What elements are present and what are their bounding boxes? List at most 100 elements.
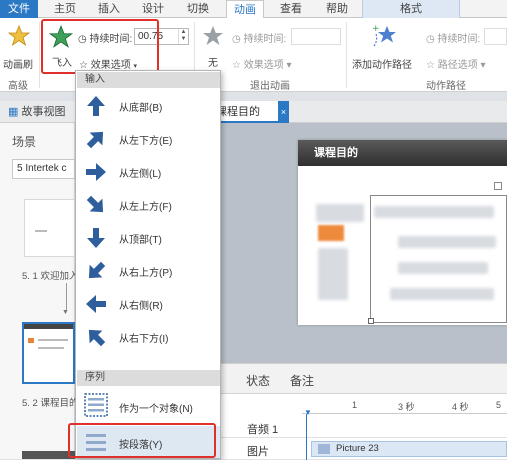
grey-star-icon: [203, 26, 223, 45]
blurred-text-line: [374, 206, 494, 218]
timeline-ruler[interactable]: 1 3 秒 4 秒 5: [302, 400, 507, 414]
add-motion-path-button[interactable]: + 添加动作路径: [352, 22, 420, 72]
menu-item-from-left[interactable]: 从左侧(L): [77, 155, 220, 188]
blurred-text-line: [390, 288, 494, 300]
timeline-row-audio[interactable]: 音频 1: [221, 416, 507, 438]
arrow-up-left-icon: [88, 329, 106, 347]
ruler-tick: 1: [352, 400, 358, 410]
slide-thumbnail-3[interactable]: [22, 451, 75, 459]
menu-section-enter: 输入: [77, 72, 220, 88]
tab-view[interactable]: 查看: [276, 0, 306, 18]
menu-item-label: 从右上方(P): [119, 268, 173, 279]
menu-item-label: 从左侧(L): [119, 169, 162, 180]
path-duration-label: ◷ 持续时间:: [426, 34, 481, 45]
orange-bullet-image: [318, 225, 344, 241]
slide-1-label: 5. 1 欢迎加入: [22, 271, 79, 282]
menu-item-label: 从右下方(I): [119, 334, 169, 345]
exit-duration-input[interactable]: [291, 28, 341, 45]
selection-handle[interactable]: [494, 182, 502, 190]
scenes-label: 场景: [12, 135, 37, 149]
path-duration-text: 持续时间:: [437, 34, 481, 45]
duration-input[interactable]: 00.75 ▲ ▼: [134, 28, 189, 45]
tab-home[interactable]: 主页: [50, 0, 80, 18]
tab-states[interactable]: 状态: [246, 372, 270, 389]
tab-help[interactable]: 帮助: [322, 0, 352, 18]
row-label-picture: 图片: [247, 446, 269, 458]
animation-painter-label: 动画刷: [3, 60, 33, 71]
slide-thumbnail-1[interactable]: [24, 199, 75, 257]
path-options-button[interactable]: ☆ 路径选项 ▾: [426, 56, 486, 71]
duration-text: 持续时间:: [89, 34, 133, 45]
menu-item-from-bottom-right[interactable]: 从右下方(I): [77, 320, 220, 353]
menu-item-label: 从顶部(T): [119, 235, 162, 246]
exit-none-button[interactable]: 无: [198, 24, 228, 69]
tab-design[interactable]: 设计: [138, 0, 168, 18]
scene-select[interactable]: 5 Intertek c: [12, 159, 75, 179]
exit-duration-text: 持续时间:: [243, 34, 287, 45]
slide-2-label: 5. 2 课程目的: [22, 398, 79, 409]
menu-item-from-bottom[interactable]: 从底部(B): [77, 89, 220, 122]
motion-path-star-icon: +: [372, 24, 396, 47]
menu-item-label: 从左上方(F): [119, 202, 172, 213]
slide-tab-course-purpose[interactable]: 课程目的: [214, 101, 278, 123]
story-view-tab[interactable]: ▦ 故事视图: [8, 101, 65, 123]
tab-transitions[interactable]: 切换: [183, 0, 213, 18]
menu-item-as-one-object[interactable]: 作为一个对象(N): [77, 388, 220, 424]
menu-item-from-top[interactable]: 从顶部(T): [77, 221, 220, 254]
slide-thumbnail-2[interactable]: [22, 322, 75, 384]
exit-group-label: 退出动画: [250, 81, 290, 92]
exit-effect-options-label: 效果选项: [243, 60, 284, 71]
fly-in-star-icon: [48, 24, 74, 48]
selection-handle[interactable]: [368, 318, 374, 324]
tab-file[interactable]: 文件: [0, 0, 38, 18]
timeline-row-picture[interactable]: 图片 Picture 23: [221, 438, 507, 460]
slide-stage[interactable]: 课程目的: [298, 140, 507, 325]
menu-item-by-paragraph[interactable]: 按段落(Y): [77, 426, 220, 458]
thumb-line: [38, 339, 68, 341]
arrow-up-icon: [87, 96, 105, 116]
effect-options-menu: 输入 从底部(B) 从左下方(E) 从左侧(L) 从左上方(F) 从顶部(T) …: [75, 70, 221, 459]
menu-item-label: 从左下方(E): [119, 136, 173, 147]
tab-animations[interactable]: 动画: [226, 0, 264, 19]
path-duration-input[interactable]: [484, 28, 507, 45]
menu-item-label: 从右侧(R): [119, 301, 163, 312]
clip-label: Picture 23: [336, 443, 379, 454]
story-view-icon: ▦: [8, 106, 19, 118]
svg-text:+: +: [372, 24, 380, 34]
picture-clip[interactable]: Picture 23: [311, 441, 507, 457]
thumb-bullet: [28, 338, 34, 343]
ribbon-tab-bar: 文件 主页 插入 设计 切换 动画 查看 帮助 格式: [0, 0, 507, 19]
menu-item-from-bottom-left[interactable]: 从左下方(E): [77, 122, 220, 155]
exit-effect-options-button[interactable]: ☆ 效果选项 ▾: [232, 56, 292, 71]
thumb-mark: [35, 230, 47, 232]
row-label-audio: 音频 1: [247, 424, 279, 436]
menu-item-label: 从底部(B): [119, 103, 163, 114]
ruler-tick: 3 秒: [398, 402, 415, 412]
scenes-pane: 场景 5 Intertek c 5. 1 欢迎加入 ▼ 5. 2 课程目的: [0, 123, 79, 459]
blurred-content: [316, 204, 364, 222]
tab-insert[interactable]: 插入: [94, 0, 124, 18]
tab-notes[interactable]: 备注: [290, 372, 314, 389]
paragraphs-icon: [86, 434, 106, 451]
fly-in-label: 飞入: [52, 58, 72, 69]
fly-in-effect-button[interactable]: 飞入: [44, 22, 78, 69]
menu-item-from-top-right[interactable]: 从右上方(P): [77, 254, 220, 287]
arrow-up-right-icon: [86, 131, 104, 149]
ruler-tick: 4 秒: [452, 402, 469, 412]
divider: [346, 22, 347, 88]
tab-format[interactable]: 格式: [362, 0, 460, 18]
story-view-label: 故事视图: [21, 106, 66, 118]
animation-painter-button[interactable]: 动画刷: [2, 22, 36, 72]
effect-options-button[interactable]: ☆ 效果选项 ▾: [79, 56, 137, 71]
exit-duration-label: ◷ 持续时间:: [232, 34, 287, 45]
menu-item-label: 作为一个对象(N): [119, 404, 193, 415]
arrow-down-icon: [87, 228, 105, 248]
tab-close-icon[interactable]: ×: [278, 101, 289, 123]
spinner-arrows-icon[interactable]: ▲ ▼: [178, 29, 188, 44]
menu-item-from-right[interactable]: 从右侧(R): [77, 287, 220, 320]
blurred-text-line: [398, 236, 496, 248]
menu-item-from-top-left[interactable]: 从左上方(F): [77, 188, 220, 221]
none-label: 无: [208, 58, 218, 69]
menu-section-sequence: 序列: [77, 370, 220, 386]
playhead-line: [306, 414, 307, 460]
